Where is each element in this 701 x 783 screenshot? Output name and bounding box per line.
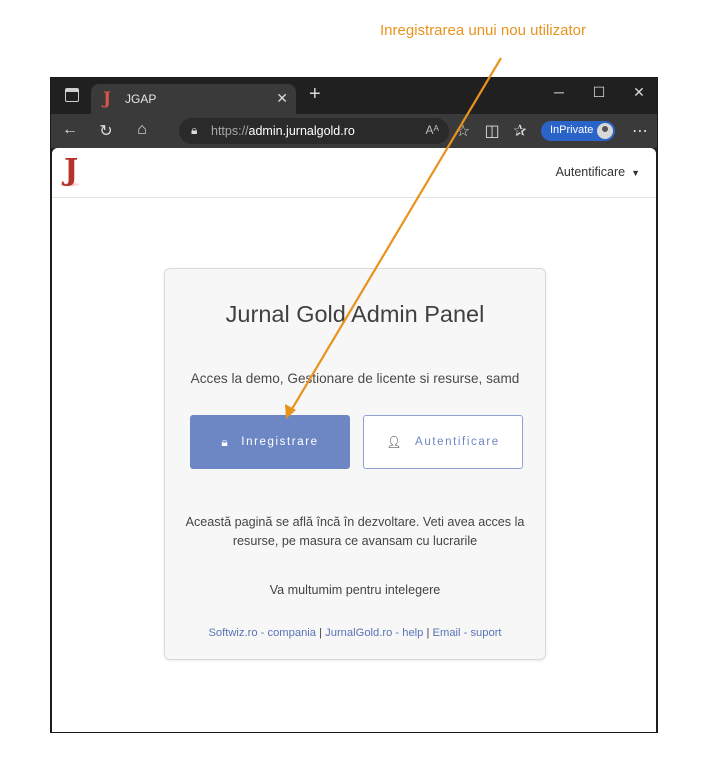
browser-window: J JGAP ✕ + ─ ☐ ✕ ← ↻ ⌂ 🔒︎ https://admin.…	[50, 77, 658, 733]
favorite-star-icon[interactable]: ☆	[452, 121, 474, 141]
url-text: https://admin.jurnalgold.ro	[211, 124, 355, 138]
link-jurnalgold-help[interactable]: JurnalGold.ro - help	[325, 627, 423, 639]
tab-bar: J JGAP ✕ + ─ ☐ ✕	[51, 78, 657, 114]
browser-tab[interactable]: J JGAP ✕	[91, 84, 296, 114]
footer-links: Softwiz.ro - compania | JurnalGold.ro - …	[165, 627, 545, 639]
split-screen-icon[interactable]: ◫	[481, 121, 503, 141]
annotation-caption: Inregistrarea unui nou utilizator	[380, 22, 586, 39]
tab-title: JGAP	[125, 92, 157, 106]
more-menu-icon[interactable]: ⋯	[629, 121, 651, 141]
auth-dropdown[interactable]: Autentificare ▼	[556, 165, 640, 179]
maximize-icon[interactable]: ☐	[584, 84, 614, 101]
login-button[interactable]: 👤︎ Autentificare	[363, 415, 523, 469]
tab-actions-icon[interactable]	[65, 88, 79, 102]
development-note: Această pagină se află încă în dezvoltar…	[185, 515, 525, 548]
link-separator: |	[319, 627, 323, 639]
register-button[interactable]: 🔒︎ Inregistrare	[190, 415, 350, 469]
logo-shadow	[60, 182, 82, 187]
site-navbar: J Autentificare ▼	[52, 148, 656, 198]
thanks-text: Va multumim pentru intelegere	[269, 583, 441, 597]
site-favicon-icon: J	[103, 89, 112, 109]
page-viewport: J Autentificare ▼ Jurnal Gold Admin Panel…	[52, 148, 656, 732]
link-separator: |	[426, 627, 430, 639]
auth-dropdown-label: Autentificare	[555, 165, 626, 179]
favorites-icon[interactable]: ✰	[509, 121, 531, 141]
address-bar[interactable]: 🔒︎ https://admin.jurnalgold.ro Aᴬ	[179, 118, 449, 144]
lock-icon: 🔒︎	[221, 434, 230, 449]
tab-close-icon[interactable]: ✕	[276, 90, 288, 107]
window-close-icon[interactable]: ✕	[624, 84, 654, 101]
new-tab-icon[interactable]: +	[309, 84, 321, 104]
minimize-icon[interactable]: ─	[544, 84, 574, 100]
login-card: Jurnal Gold Admin Panel Acces la demo, G…	[164, 268, 546, 660]
inprivate-label: InPrivate	[550, 124, 594, 136]
card-description: Acces la demo, Gestionare de licente si …	[190, 371, 520, 386]
login-label: Autentificare	[415, 436, 500, 448]
register-label: Inregistrare	[241, 436, 319, 448]
address-toolbar: ← ↻ ⌂ 🔒︎ https://admin.jurnalgold.ro Aᴬ …	[51, 114, 657, 148]
page-title: Jurnal Gold Admin Panel	[225, 301, 485, 327]
profile-avatar-icon	[597, 123, 613, 139]
home-icon[interactable]: ⌂	[131, 121, 153, 139]
refresh-icon[interactable]: ↻	[95, 121, 117, 141]
link-email-support[interactable]: Email - suport	[433, 627, 502, 639]
url-scheme: https://	[211, 124, 249, 138]
back-icon[interactable]: ←	[59, 121, 81, 139]
url-host: admin.jurnalgold.ro	[248, 124, 355, 138]
caret-down-icon: ▼	[631, 168, 640, 178]
read-aloud-icon[interactable]: Aᴬ	[426, 123, 439, 137]
link-softwiz[interactable]: Softwiz.ro - compania	[208, 627, 316, 639]
lock-icon[interactable]: 🔒︎	[191, 123, 197, 138]
user-icon: 👤︎	[386, 435, 404, 449]
inprivate-badge[interactable]: InPrivate	[541, 121, 615, 141]
